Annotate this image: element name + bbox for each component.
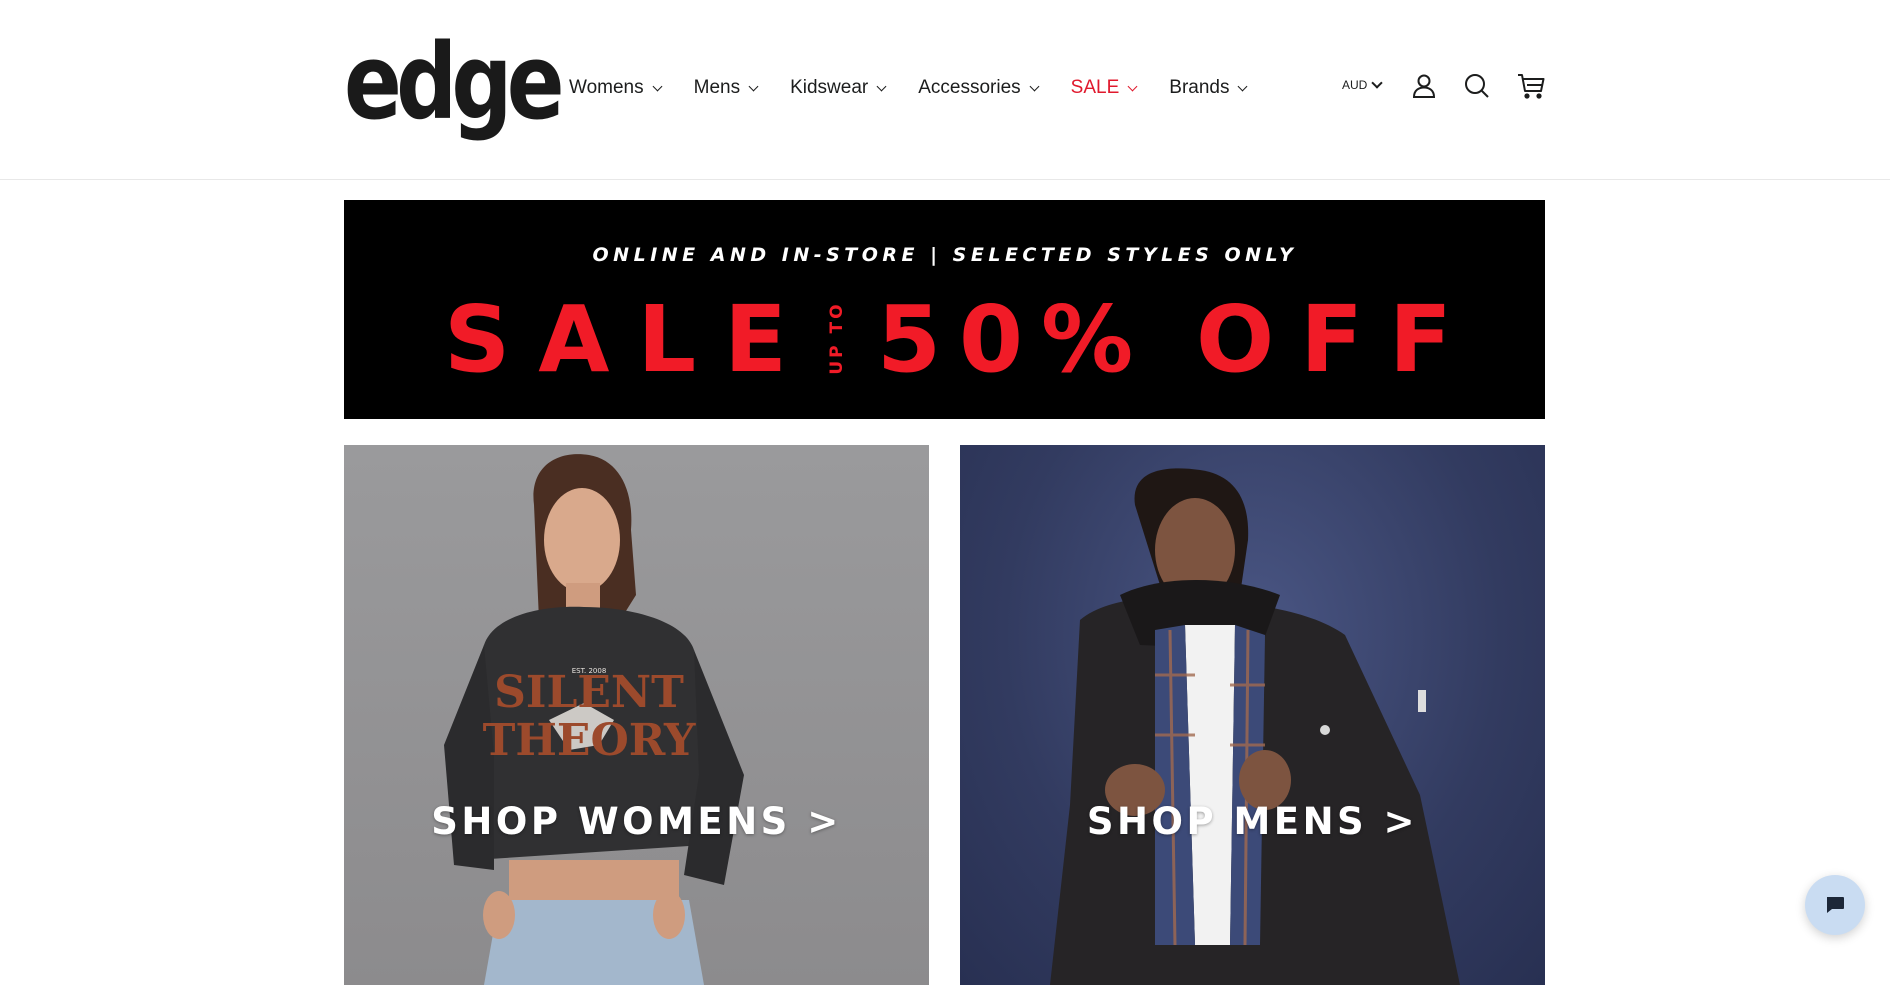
shirt-print-line1: SILENT [494,667,684,718]
chevron-down-icon [1127,81,1138,91]
nav-kidswear[interactable]: Kidswear [790,77,887,99]
nav-brands[interactable]: Brands [1169,77,1248,99]
shop-womens-tile[interactable]: EST. 2008 SILENT THEORY SHOP WOMENS > [344,445,929,985]
nav-kidswear-label: Kidswear [790,77,869,98]
chat-launcher-button[interactable] [1805,875,1865,935]
chevron-down-icon [876,81,887,91]
nav-sale-label: SALE [1070,77,1120,98]
search-icon[interactable] [1463,72,1491,100]
shop-mens-label: SHOP MENS > [1086,800,1419,843]
main-nav: Womens Mens Kidswear Accessories SALE Br… [569,76,1279,100]
chevron-down-icon [652,81,663,91]
chevron-down-icon [1371,76,1384,89]
edge-logo[interactable]: edge [344,30,565,134]
banner-subtitle: ONLINE AND IN-STORE | SELECTED STYLES ON… [592,244,1298,266]
cart-icon[interactable] [1517,72,1545,100]
nav-accessories[interactable]: Accessories [918,77,1040,99]
banner-percent: 50% [877,286,1152,393]
nav-accessories-label: Accessories [918,77,1021,98]
shop-womens-label: SHOP WOMENS > [431,800,842,843]
account-icon[interactable] [1410,72,1438,100]
chevron-down-icon [1238,81,1248,91]
nav-womens-label: Womens [569,77,644,98]
chevron-down-icon [748,81,759,91]
currency-label: AUD [1342,78,1368,92]
site-header: edge Womens Mens Kidswear Accessories SA… [0,0,1890,180]
banner-up-to: UP TO [827,301,847,375]
banner-sale-word: SALE [444,286,815,393]
shirt-print-line2: THEORY [483,715,696,766]
mens-model-image [1050,468,1460,985]
nav-mens[interactable]: Mens [693,77,759,99]
womens-model-image: EST. 2008 SILENT THEORY [444,454,744,985]
nav-sale[interactable]: SALE [1070,77,1138,99]
banner-off-word: OFF [1196,286,1478,393]
nav-brands-label: Brands [1169,77,1230,98]
chat-bubble-icon [1827,897,1844,913]
nav-womens[interactable]: Womens [569,77,663,99]
banner-headline: SALE UP TO 50% OFF [344,290,1545,390]
nav-mens-label: Mens [693,77,741,98]
currency-selector[interactable]: AUD [1342,76,1384,92]
chevron-down-icon [1029,81,1040,91]
shop-mens-tile[interactable]: SHOP MENS > [960,445,1545,985]
